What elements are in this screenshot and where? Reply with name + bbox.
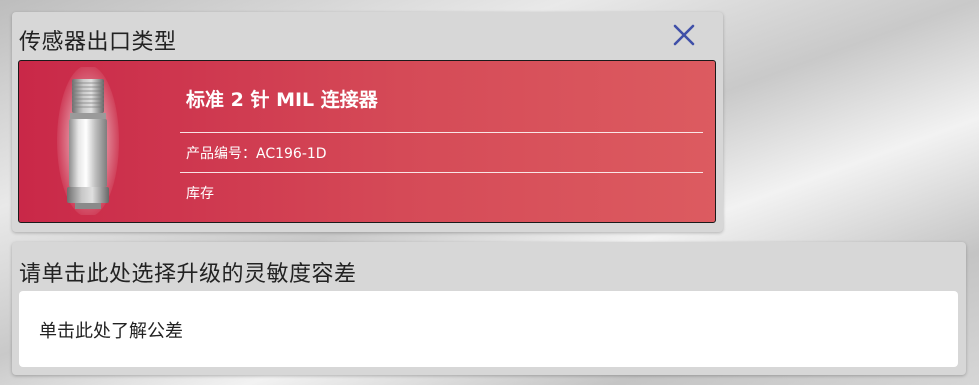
product-part-number: 产品编号：AC196-1D (186, 146, 327, 162)
product-stock-status: 库存 (186, 186, 214, 202)
close-icon (673, 24, 695, 46)
divider (180, 172, 703, 173)
close-button[interactable] (668, 19, 700, 51)
sensor-outlet-panel: 传感器出口类型 标准 2 针 MIL 连接器 产品编号：AC196-1D 库存 (12, 12, 723, 232)
tolerance-title: 请单击此处选择升级的灵敏度容差 (19, 262, 357, 287)
product-name: 标准 2 针 MIL 连接器 (186, 89, 378, 111)
tolerance-link-text[interactable]: 单击此处了解公差 (39, 317, 183, 343)
sensor-connector-image (57, 67, 119, 215)
product-card[interactable]: 标准 2 针 MIL 连接器 产品编号：AC196-1D 库存 (18, 60, 716, 223)
tolerance-link-box[interactable]: 单击此处了解公差 (19, 291, 958, 367)
divider (180, 132, 703, 133)
tolerance-panel: 请单击此处选择升级的灵敏度容差 单击此处了解公差 (12, 242, 966, 375)
sensor-outlet-title: 传感器出口类型 (19, 30, 177, 55)
